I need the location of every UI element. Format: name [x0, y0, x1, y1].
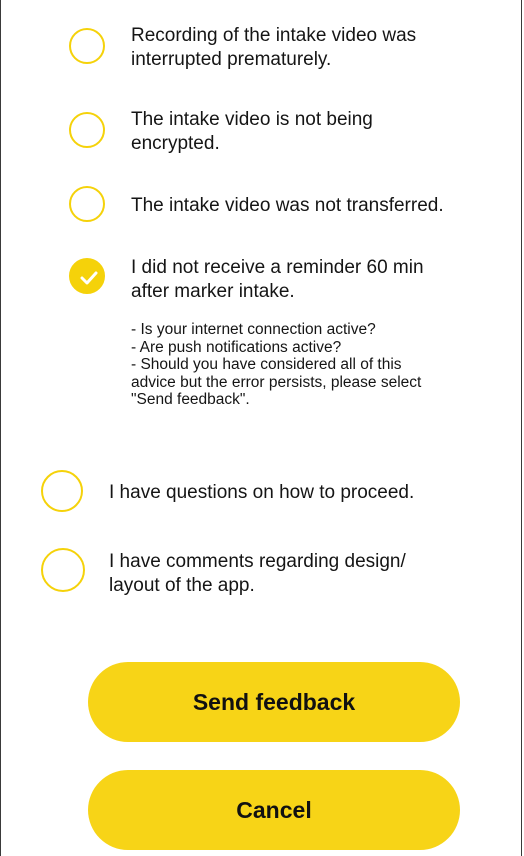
radio-button[interactable]: [69, 186, 105, 222]
option-not-transferred[interactable]: The intake video was not transferred.: [1, 182, 523, 230]
option-label: I have comments regarding design/ layout…: [109, 551, 406, 596]
checkmark-icon: [80, 271, 98, 285]
option-design-comments[interactable]: I have comments regarding design/ layout…: [1, 546, 523, 606]
hint-line: - Is your internet connection active?: [131, 321, 376, 338]
radio-button-checked[interactable]: [69, 258, 105, 294]
option-recording-interrupted[interactable]: Recording of the intake video was interr…: [1, 18, 523, 78]
hint-line: - Are push notifications active?: [131, 338, 342, 356]
radio-button[interactable]: [69, 28, 105, 64]
radio-button[interactable]: [69, 112, 105, 148]
option-not-encrypted[interactable]: The intake video is not being encrypted.: [1, 104, 523, 164]
feedback-screen: Recording of the intake video was interr…: [0, 0, 522, 856]
option-label: The intake video is not being encrypted.: [131, 109, 373, 154]
radio-button[interactable]: [41, 548, 85, 592]
option-label: Recording of the intake video was interr…: [131, 25, 417, 70]
option-label: The intake video was not transferred.: [131, 195, 444, 216]
send-feedback-button[interactable]: Send feedback: [88, 662, 460, 742]
option-no-reminder[interactable]: I did not receive a reminder 60 min afte…: [1, 252, 523, 312]
option-questions[interactable]: I have questions on how to proceed.: [1, 468, 523, 516]
radio-button[interactable]: [41, 470, 83, 512]
troubleshooting-hint: - Is your internet connection active? - …: [131, 321, 511, 409]
option-label: I have questions on how to proceed.: [109, 482, 415, 503]
cancel-button[interactable]: Cancel: [88, 770, 460, 850]
hint-line: - Should you have considered all of this…: [131, 356, 422, 408]
option-label: I did not receive a reminder 60 min afte…: [131, 257, 424, 302]
